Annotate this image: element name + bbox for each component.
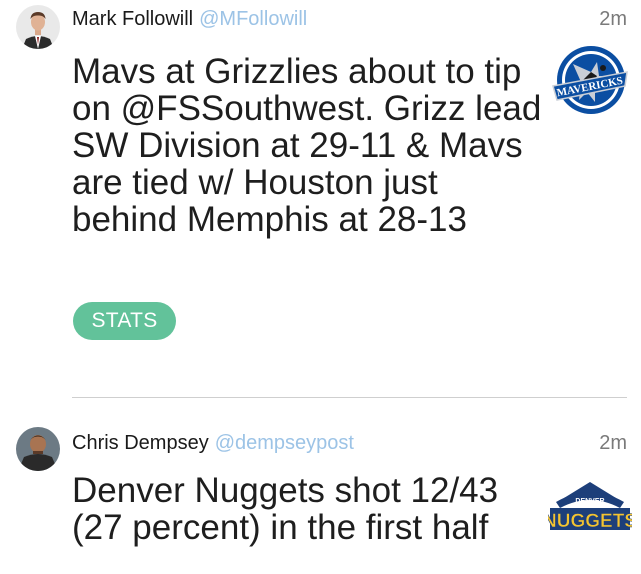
mavericks-logo-icon: MAVERICKS	[552, 46, 628, 114]
tweet-header: Chris Dempsey @dempseypost	[72, 431, 354, 455]
tweet-text-line: Mavs at Grizzlies about to tip	[72, 52, 522, 91]
tweet-item[interactable]: Mark Followill @MFollowill 2m Mavs at Gri…	[0, 0, 641, 397]
tweet-text-line: (27 percent) in the first half	[72, 508, 489, 547]
author-handle[interactable]: @dempseypost	[215, 432, 354, 454]
tweet-text: Denver Nuggets shot 12/43 (27 percent) i…	[72, 472, 532, 546]
tweet-item[interactable]: Chris Dempsey @dempseypost 2m Denver Nugg…	[0, 398, 641, 574]
timestamp: 2m	[599, 432, 627, 454]
tweet-text-line: SW Division at 29-11 & Mavs	[72, 126, 523, 165]
author-name[interactable]: Chris Dempsey	[72, 432, 209, 454]
person-portrait-avatar-icon	[16, 427, 60, 471]
nuggets-city-text: DENVER	[575, 498, 604, 505]
author-name[interactable]: Mark Followill	[72, 8, 193, 30]
user-avatar[interactable]	[16, 5, 60, 49]
tweet-header: Mark Followill @MFollowill	[72, 7, 307, 31]
timestamp: 2m	[599, 8, 627, 30]
user-avatar[interactable]	[16, 427, 60, 471]
tweet-text-line: behind Memphis at 28-13	[72, 200, 467, 239]
author-handle[interactable]: @MFollowill	[199, 8, 307, 30]
stats-button[interactable]: STATS	[73, 302, 176, 340]
nuggets-logo-icon: DENVER NUGGETS	[543, 482, 637, 532]
tweet-text: Mavs at Grizzlies about to tip on @FSSou…	[72, 53, 542, 238]
tweet-text-line: are tied w/ Houston just	[72, 163, 438, 202]
person-suit-avatar-icon	[16, 5, 60, 49]
tweet-text-line: Denver Nuggets shot 12/43	[72, 471, 499, 510]
nuggets-wordmark: NUGGETS	[548, 511, 632, 532]
mavericks-logo[interactable]: MAVERICKS	[551, 42, 629, 122]
tweet-text-line: on @FSSouthwest. Grizz lead	[72, 89, 542, 128]
nuggets-logo[interactable]: DENVER NUGGETS	[543, 480, 637, 540]
